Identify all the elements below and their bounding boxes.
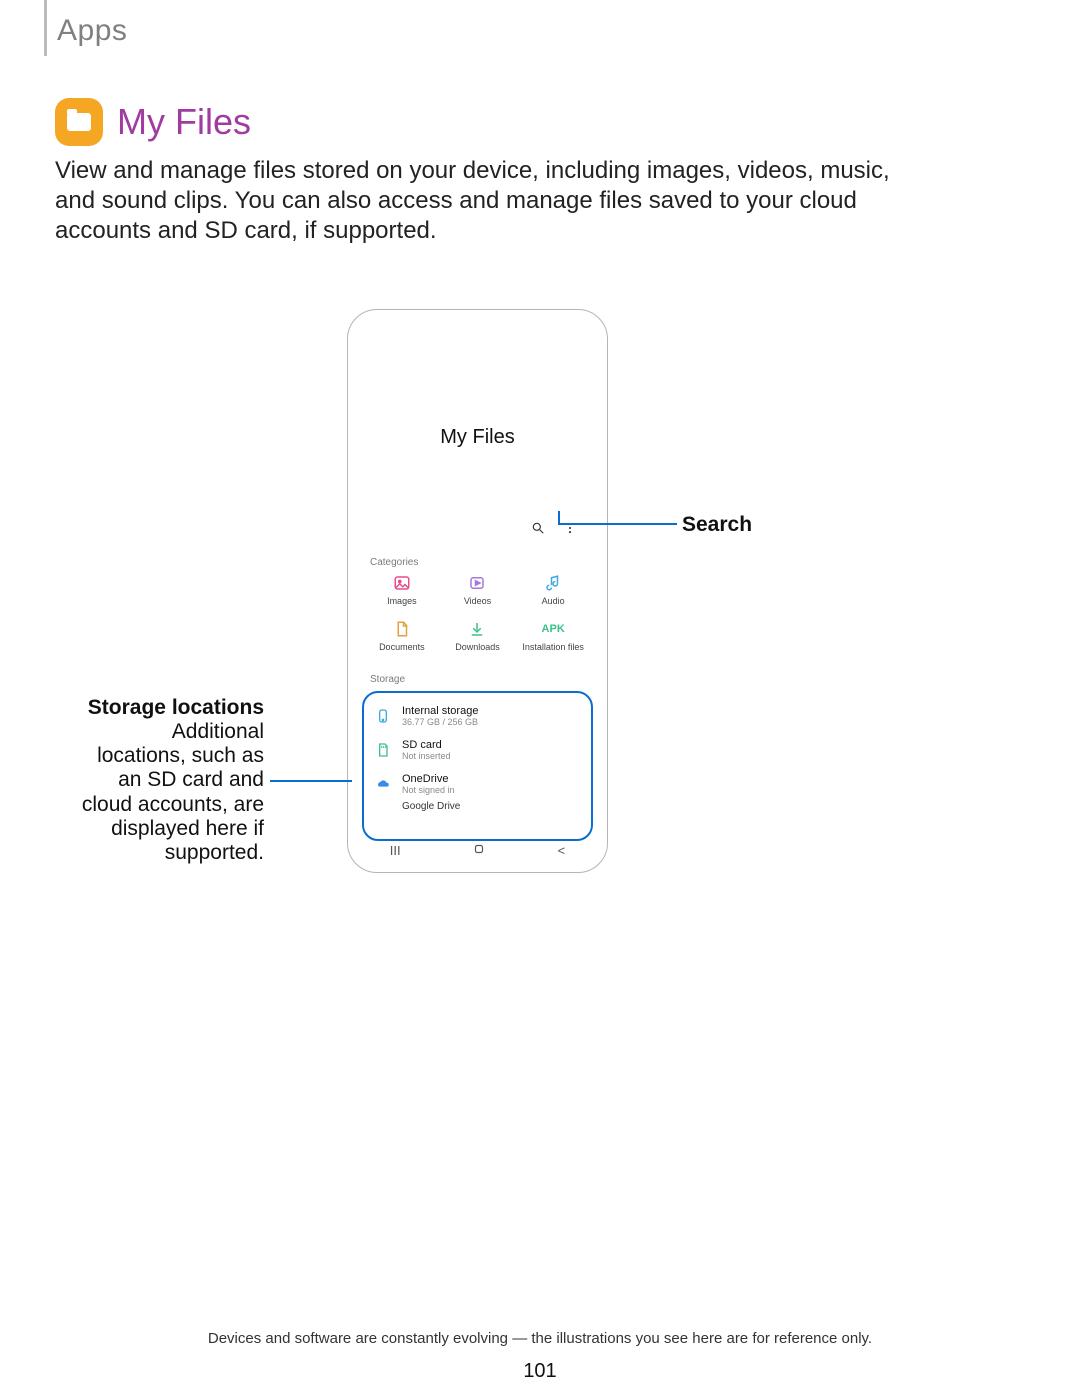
storage-google-drive: Google Drive bbox=[368, 801, 587, 812]
phone-mockup: My Files Categories Images bbox=[347, 309, 608, 873]
storage-name: SD card bbox=[402, 739, 451, 751]
callout-storage-body: Additional locations, such as an SD card… bbox=[82, 720, 264, 864]
image-icon bbox=[393, 574, 411, 592]
category-audio[interactable]: Audio bbox=[515, 574, 591, 606]
my-files-icon bbox=[55, 98, 103, 146]
category-images[interactable]: Images bbox=[364, 574, 440, 606]
storage-internal[interactable]: Internal storage 36.77 GB / 256 GB bbox=[368, 699, 587, 733]
category-documents[interactable]: Documents bbox=[364, 620, 440, 652]
section-header: Apps bbox=[57, 14, 127, 48]
screen-title: My Files bbox=[354, 426, 601, 449]
sd-card-icon bbox=[374, 741, 392, 759]
page-description: View and manage files stored on your dev… bbox=[55, 156, 895, 246]
category-downloads[interactable]: Downloads bbox=[440, 620, 516, 652]
audio-icon bbox=[544, 574, 562, 592]
category-label: Audio bbox=[542, 596, 565, 606]
callout-storage-title: Storage locations bbox=[78, 696, 264, 720]
storage-sub: Not inserted bbox=[402, 751, 451, 761]
storage-sub: Not signed in bbox=[402, 785, 455, 795]
nav-back-icon[interactable]: < bbox=[558, 843, 566, 858]
category-label: Videos bbox=[464, 596, 491, 606]
category-label: Installation files bbox=[522, 642, 584, 652]
categories-label: Categories bbox=[370, 557, 601, 568]
callout-connector-storage bbox=[270, 780, 352, 782]
storage-name: OneDrive bbox=[402, 773, 455, 785]
storage-label: Storage bbox=[370, 674, 601, 685]
categories-grid: Images Videos Audio Documents bbox=[364, 574, 591, 652]
storage-list: Internal storage 36.77 GB / 256 GB SD ca… bbox=[362, 691, 593, 841]
title-row: My Files bbox=[55, 98, 251, 146]
footer-note: Devices and software are constantly evol… bbox=[0, 1330, 1080, 1347]
apk-icon: APK bbox=[544, 620, 562, 638]
page-number: 101 bbox=[0, 1360, 1080, 1383]
internal-storage-icon bbox=[374, 707, 392, 725]
header-rule bbox=[44, 0, 47, 56]
category-installation-files[interactable]: APK Installation files bbox=[515, 620, 591, 652]
document-icon bbox=[393, 620, 411, 638]
category-videos[interactable]: Videos bbox=[440, 574, 516, 606]
search-icon[interactable] bbox=[531, 521, 545, 535]
nav-home-icon[interactable] bbox=[472, 842, 486, 859]
storage-sd-card[interactable]: SD card Not inserted bbox=[368, 733, 587, 767]
category-label: Documents bbox=[379, 642, 425, 652]
callout-storage: Storage locations Additional locations, … bbox=[78, 696, 264, 865]
storage-onedrive[interactable]: OneDrive Not signed in bbox=[368, 767, 587, 801]
video-icon bbox=[468, 574, 486, 592]
nav-bar: III < bbox=[354, 838, 601, 862]
category-label: Downloads bbox=[455, 642, 500, 652]
download-icon bbox=[468, 620, 486, 638]
page-title: My Files bbox=[117, 101, 251, 143]
storage-name: Internal storage bbox=[402, 705, 478, 717]
callout-connector-search bbox=[559, 511, 682, 529]
storage-sub: 36.77 GB / 256 GB bbox=[402, 717, 478, 727]
callout-search: Search bbox=[682, 513, 752, 537]
nav-recents-icon[interactable]: III bbox=[390, 843, 401, 858]
category-label: Images bbox=[387, 596, 417, 606]
onedrive-icon bbox=[374, 775, 392, 793]
